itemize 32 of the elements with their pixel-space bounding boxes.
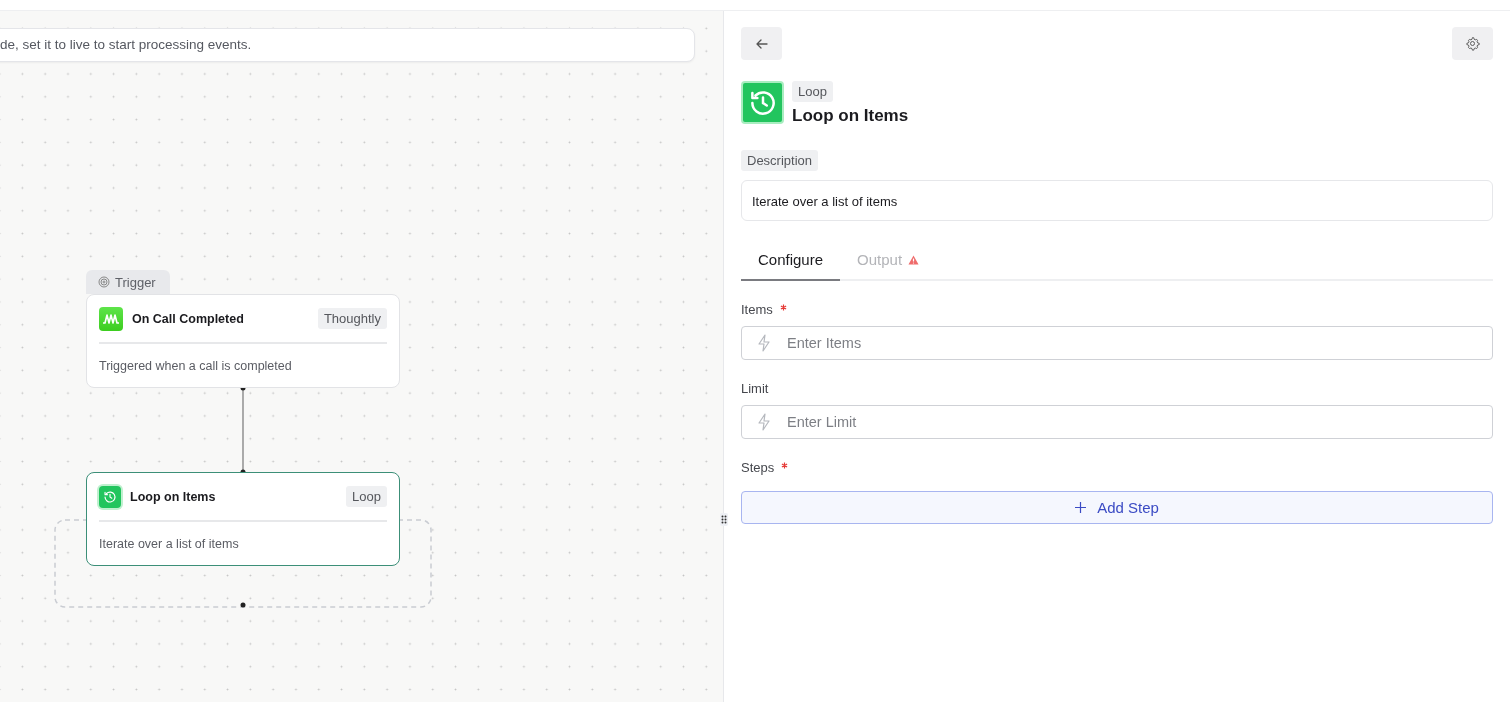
- node-description: Iterate over a list of items: [99, 536, 240, 551]
- input-field[interactable]: Enter Items: [741, 326, 1493, 360]
- workflow-node[interactable]: Loop on Items Loop Iterate over a list of items: [86, 472, 400, 566]
- node-title: On Call Completed: [132, 311, 245, 326]
- history-icon: [103, 489, 117, 504]
- tab[interactable]: Configure: [741, 239, 841, 281]
- node-tag: Loop: [346, 486, 387, 507]
- field-label: Limit: [741, 381, 769, 396]
- settings-button[interactable]: [1452, 27, 1493, 60]
- back-button[interactable]: [741, 27, 782, 60]
- loop-history-icon: [741, 81, 784, 124]
- workflow-node[interactable]: On Call Completed Thoughtly Triggered when a call is completed: [86, 294, 400, 388]
- trigger-label: Trigger: [115, 274, 156, 290]
- description-field[interactable]: Iterate over a list of items: [741, 180, 1493, 221]
- description-label: Description: [741, 150, 819, 171]
- node-tag: Thoughtly: [317, 308, 387, 329]
- add-step-button[interactable]: Add Step: [741, 491, 1493, 524]
- panel-title: Loop on Items: [792, 106, 909, 126]
- field-label: Steps: [741, 460, 775, 475]
- node-type-label: Loop: [792, 81, 833, 102]
- connector-dot: [240, 602, 246, 608]
- node-title: Loop on Items: [130, 489, 217, 504]
- target-icon: [98, 276, 110, 288]
- waveform-icon: [102, 312, 120, 325]
- lightning-icon: [757, 413, 771, 431]
- node-description: Triggered when a call is completed: [99, 358, 293, 373]
- field-label: Items: [741, 302, 773, 317]
- settings-icon: [1465, 36, 1480, 51]
- plus-icon: [1075, 502, 1087, 513]
- input-field[interactable]: Enter Limit: [741, 405, 1493, 439]
- lightning-icon: [757, 334, 771, 352]
- status-banner: de, set it to live to start processing events.: [0, 28, 695, 62]
